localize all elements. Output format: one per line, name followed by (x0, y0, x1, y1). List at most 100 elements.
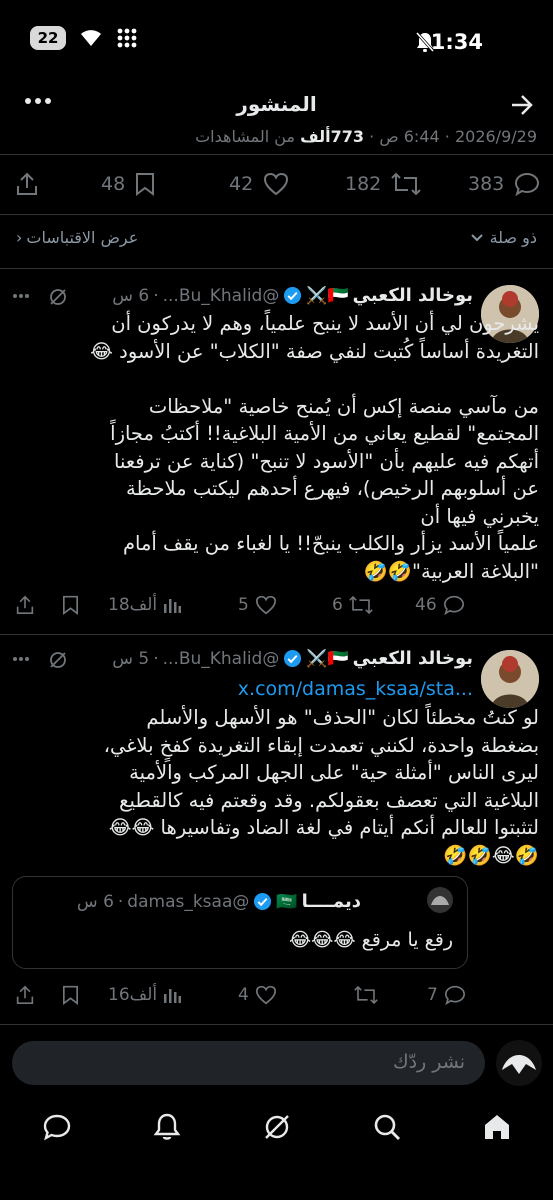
verified-badge-icon (284, 649, 302, 668)
repost-count: 6 (332, 595, 343, 615)
repost-button[interactable]: 182 (345, 166, 421, 202)
like-count: 5 (238, 595, 249, 615)
grok-icon[interactable] (48, 287, 68, 307)
like-button[interactable]: 42 (229, 166, 289, 202)
post-date: 2026/9/29 (454, 127, 537, 146)
author-name[interactable]: بوخالد الكعبي (353, 285, 473, 306)
comment-icon (515, 172, 540, 196)
tweet-header: بوخالد الكعبي 🇦🇪⚔️ @Bu_Khalid... · 5 س (112, 648, 473, 669)
avatar[interactable] (481, 650, 539, 708)
verified-badge-icon (254, 892, 272, 911)
message-icon[interactable] (42, 1112, 72, 1142)
bookmark-button[interactable]: 48 (101, 166, 155, 202)
reply-composer[interactable]: نشر ردّك (12, 1041, 485, 1085)
reply-count: 7 (427, 985, 438, 1005)
more-horizontal-icon[interactable] (12, 656, 30, 662)
author-emoji: 🇦🇪⚔️ (306, 648, 349, 669)
share-button[interactable] (16, 979, 34, 1011)
signal-grid-icon (117, 28, 137, 48)
tweet-actions: 16ألف 4 7 (0, 979, 553, 1011)
repost-count: 182 (345, 173, 382, 195)
share-icon (17, 172, 37, 195)
views-button[interactable]: 16ألف (108, 979, 182, 1011)
divider (0, 634, 553, 635)
share-button[interactable] (16, 589, 34, 621)
quote-author-name: ديمــــا (301, 891, 361, 912)
tweet-actions: 18ألف 5 6 46 (0, 589, 553, 621)
page-title: المنشور (236, 92, 317, 116)
views-count: 773ألف (300, 127, 365, 146)
reply-button[interactable]: 7 (427, 979, 466, 1011)
view-quotes-label: عرض الاقتباسات (26, 228, 139, 247)
quote-time: 6 س (76, 891, 114, 912)
tweet-text: لو كنتُ مخطئاً لكان "الحذف" هو الأسهل وا… (103, 706, 539, 867)
author-name[interactable]: بوخالد الكعبي (353, 648, 473, 669)
reply-sort-dropdown[interactable]: ذو صلة (470, 228, 537, 247)
repost-icon (349, 595, 373, 615)
status-icons: 22 (30, 26, 138, 50)
tweet-time: 5 س (112, 648, 150, 669)
views-label: من المشاهدات (195, 127, 295, 146)
analytics-icon (164, 989, 182, 1003)
quoted-tweet[interactable]: ديمــــا 🇸🇦 @damas_ksaa · 6 س رقع يا مرق… (12, 876, 468, 969)
divider (0, 214, 553, 215)
more-horizontal-icon[interactable] (12, 293, 30, 299)
bookmark-button[interactable] (62, 589, 79, 621)
like-button[interactable]: 5 (238, 589, 277, 621)
chevron-left-icon: ‹ (16, 228, 23, 247)
like-count: 4 (238, 985, 249, 1005)
reply-sort-label: ذو صلة (489, 228, 537, 247)
bottom-tab-bar (0, 1100, 553, 1160)
tweet-header: بوخالد الكعبي 🇦🇪⚔️ @Bu_Khalid... · 6 س (112, 285, 473, 306)
repost-icon (391, 172, 421, 196)
home-icon[interactable] (482, 1112, 512, 1142)
post-meta: 2026/9/29 · 6:44 ص · 773ألف من المشاهدات (195, 127, 537, 146)
reply-button[interactable]: 383 (468, 166, 540, 202)
comment-icon (443, 595, 464, 615)
bell-icon[interactable] (152, 1112, 182, 1142)
repost-button[interactable] (348, 979, 378, 1011)
bookmark-button[interactable] (62, 979, 79, 1011)
tweet-text: يشرحون لي أن الأسد لا ينبح علمياً، وهم ل… (90, 312, 539, 583)
reply-button[interactable]: 46 (415, 589, 465, 621)
bookmark-icon (136, 173, 155, 196)
quote-avatar (427, 887, 453, 913)
grok-icon[interactable] (48, 650, 68, 670)
main-post-actions: 48 42 182 383 (0, 166, 553, 202)
author-emoji: 🇦🇪⚔️ (306, 285, 349, 306)
divider (0, 268, 553, 269)
like-count: 42 (229, 173, 254, 195)
view-quotes-button[interactable]: عرض الاقتباسات ‹ (16, 228, 138, 247)
reply-placeholder: نشر ردّك (392, 1051, 465, 1073)
grok-icon[interactable] (262, 1112, 292, 1142)
post-time: 6:44 ص (379, 127, 440, 146)
user-avatar[interactable] (496, 1040, 542, 1086)
repost-icon (354, 985, 378, 1005)
author-handle[interactable]: @Bu_Khalid... (163, 649, 280, 669)
quote-author-emoji: 🇸🇦 (276, 891, 298, 912)
bookmark-count: 48 (101, 173, 126, 195)
views-count: 16ألف (108, 985, 158, 1005)
tweet-time: 6 س (112, 285, 150, 306)
quote-text: رقع يا مرقع 😂😂😂 (288, 929, 453, 951)
heart-icon (264, 172, 289, 196)
share-button[interactable] (16, 166, 38, 202)
divider (0, 154, 553, 155)
comment-icon (444, 985, 465, 1005)
views-count: 18ألف (108, 595, 158, 615)
bookmark-icon (63, 985, 78, 1005)
repost-button[interactable]: 6 (332, 589, 373, 621)
tweet-link[interactable]: x.com/damas_ksaa/sta... (238, 678, 473, 700)
quote-author-handle: @damas_ksaa (127, 891, 250, 912)
share-icon (16, 595, 34, 614)
views-button[interactable]: 18ألف (108, 589, 182, 621)
quote-header: ديمــــا 🇸🇦 @damas_ksaa · 6 س (76, 891, 361, 912)
like-button[interactable]: 4 (238, 979, 277, 1011)
status-time: 1:34 (430, 30, 483, 54)
reply-count: 46 (415, 595, 437, 615)
author-handle[interactable]: @Bu_Khalid... (163, 286, 280, 306)
heart-icon (255, 595, 276, 615)
status-bar: 22 1:34 (0, 0, 553, 80)
search-icon[interactable] (372, 1112, 402, 1142)
battery-icon: 22 (30, 26, 66, 50)
